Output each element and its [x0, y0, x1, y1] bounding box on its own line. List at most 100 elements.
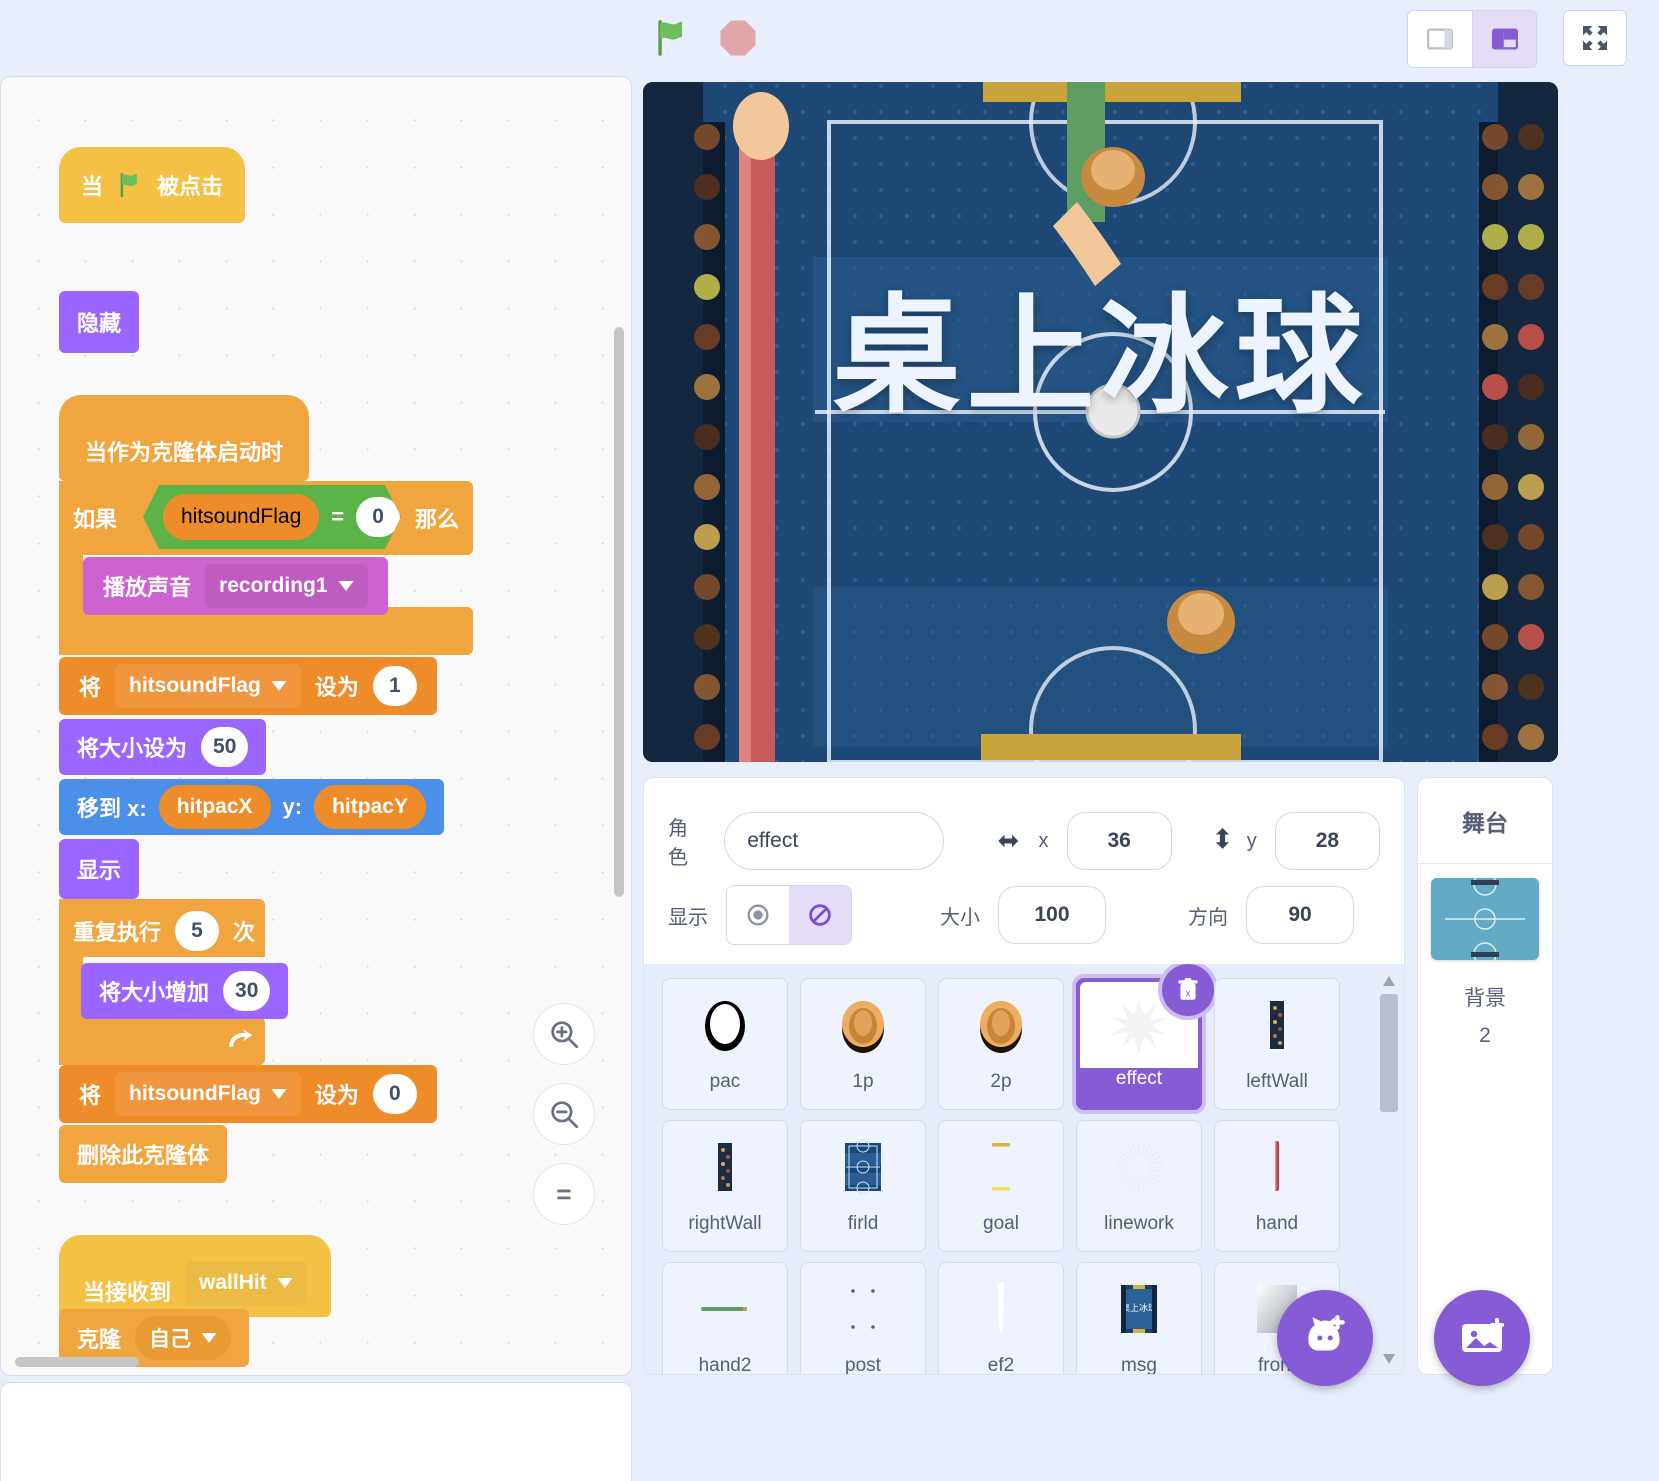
value-input[interactable]: 1	[373, 666, 417, 706]
sound-dropdown[interactable]: recording1	[205, 564, 368, 608]
direction-input[interactable]: 90	[1246, 886, 1354, 944]
value-input[interactable]: 30	[223, 971, 270, 1011]
clone-target-dropdown[interactable]: 自己	[135, 1316, 231, 1360]
block-play-sound[interactable]: 播放声音 recording1	[83, 557, 388, 615]
variable-hitpacy[interactable]: hitpacY	[314, 785, 426, 829]
value-input[interactable]: 50	[201, 727, 248, 767]
backdrop-label: 背景	[1418, 982, 1552, 1012]
stage-display[interactable]: 桌上冰球	[643, 82, 1558, 762]
block-label-if: 如果	[73, 502, 117, 534]
sprite-list-scrollbar[interactable]	[1380, 970, 1398, 1370]
block-label-then: 那么	[415, 495, 459, 541]
workspace-horizontal-scrollbar[interactable]	[15, 1357, 139, 1367]
sprite-tile-goal[interactable]: goal	[938, 1120, 1064, 1252]
dropdown-value: hitsoundFlag	[129, 1082, 261, 1106]
sprite-tile-rightWall[interactable]: rightWall	[662, 1120, 788, 1252]
hide-sprite-button[interactable]	[789, 886, 851, 944]
scrollbar-thumb[interactable]	[1380, 994, 1398, 1112]
fullscreen-button[interactable]	[1563, 10, 1627, 66]
sprite-name: pac	[710, 1071, 741, 1093]
sprite-name-input[interactable]: effect	[724, 812, 944, 870]
sprite-tile-effect[interactable]: effect x	[1076, 978, 1202, 1110]
block-show[interactable]: 显示	[59, 839, 139, 899]
variable-hitpacx[interactable]: hitpacX	[159, 785, 271, 829]
top-toolbar	[0, 0, 1659, 76]
variable-hitsoundflag[interactable]: hitsoundFlag	[163, 494, 319, 540]
stage-panel-title: 舞台	[1418, 778, 1552, 864]
value-input[interactable]: 0	[373, 1074, 417, 1114]
add-backdrop-button[interactable]	[1434, 1290, 1530, 1386]
zoom-reset-button[interactable]: =	[533, 1163, 595, 1225]
block-label: 当接收到	[83, 1275, 171, 1307]
block-equals-operator[interactable]: hitsoundFlag = 0	[143, 485, 401, 549]
size-input[interactable]: 100	[998, 886, 1106, 944]
add-sprite-button[interactable]	[1277, 1290, 1373, 1386]
repeat-count-input[interactable]: 5	[175, 911, 219, 951]
sprite-tile-post[interactable]: post	[800, 1262, 926, 1375]
x-position-icon	[992, 830, 1024, 852]
sprite-name: firld	[848, 1213, 879, 1235]
block-set-variable-1[interactable]: 将 hitsoundFlag 设为 1	[59, 657, 437, 715]
sprite-tile-2p[interactable]: 2p	[938, 978, 1064, 1110]
x-label: x	[1039, 830, 1049, 853]
lower-panel	[0, 1382, 632, 1481]
sprite-name: hand2	[699, 1355, 752, 1375]
scroll-down-arrow-icon[interactable]	[1380, 1348, 1398, 1370]
block-set-size[interactable]: 将大小设为 50	[59, 719, 266, 775]
sprite-name: 2p	[990, 1071, 1011, 1093]
block-delete-this-clone[interactable]: 删除此克隆体	[59, 1125, 227, 1183]
large-stage-layout-button[interactable]	[1472, 11, 1536, 67]
y-input[interactable]: 28	[1275, 812, 1380, 870]
sprite-name: post	[845, 1355, 881, 1375]
green-flag-icon[interactable]	[648, 14, 696, 62]
sprite-tile-msg[interactable]: 桌上冰球msg	[1076, 1262, 1202, 1375]
sprite-tile-ef2[interactable]: ef2	[938, 1262, 1064, 1375]
block-when-i-receive[interactable]: 当接收到 wallHit	[59, 1235, 331, 1317]
backdrop-thumbnail[interactable]	[1431, 878, 1539, 960]
sprite-thumbnail-paddle-orange	[801, 979, 925, 1071]
sprite-tile-1p[interactable]: 1p	[800, 978, 926, 1110]
x-input[interactable]: 36	[1067, 812, 1172, 870]
block-change-size[interactable]: 将大小增加 30	[81, 963, 288, 1019]
block-label: 当作为克隆体启动时	[85, 435, 283, 467]
variable-dropdown[interactable]: hitsoundFlag	[115, 664, 301, 708]
zoom-in-button[interactable]	[533, 1003, 595, 1065]
sprite-tile-hand[interactable]: hand	[1214, 1120, 1340, 1252]
sprite-name: 1p	[852, 1071, 873, 1093]
stop-sign-icon[interactable]	[714, 14, 762, 62]
message-dropdown[interactable]: wallHit	[185, 1261, 307, 1305]
stage-size-toggle	[1407, 10, 1537, 68]
show-sprite-button[interactable]	[727, 886, 789, 944]
dropdown-value: 自己	[149, 1323, 191, 1353]
sprite-tile-leftWall[interactable]: leftWall	[1214, 978, 1340, 1110]
sprite-thumbnail-starburst	[1077, 1121, 1201, 1213]
delete-sprite-button[interactable]: x	[1162, 964, 1214, 1016]
sprite-tile-linework[interactable]: linework	[1076, 1120, 1202, 1252]
small-stage-layout-button[interactable]	[1408, 11, 1472, 67]
variable-dropdown[interactable]: hitsoundFlag	[115, 1072, 301, 1116]
block-when-start-as-clone[interactable]: 当作为克隆体启动时	[59, 395, 309, 481]
sprite-thumbnail-wall-dark	[1215, 979, 1339, 1071]
block-label: 次	[233, 915, 255, 947]
block-label: 播放声音	[103, 570, 191, 602]
operand-value[interactable]: 0	[356, 497, 400, 537]
workspace-vertical-scrollbar[interactable]	[614, 327, 624, 897]
sprite-tile-hand2[interactable]: hand2	[662, 1262, 788, 1375]
scroll-up-arrow-icon[interactable]	[1380, 970, 1398, 992]
svg-text:x: x	[1186, 989, 1191, 1000]
code-workspace[interactable]: 当 被点击 隐藏 当作为克隆体启动时 如果	[0, 76, 632, 1376]
zoom-out-button[interactable]	[533, 1083, 595, 1145]
sprite-thumbnail-dots	[801, 1263, 925, 1355]
block-set-variable-0[interactable]: 将 hitsoundFlag 设为 0	[59, 1065, 437, 1123]
add-sprite-icon	[1300, 1313, 1350, 1363]
sprite-thumbnail-goal-lines	[939, 1121, 1063, 1213]
sprite-tile-firld[interactable]: firld	[800, 1120, 926, 1252]
sprite-tile-pac[interactable]: pac	[662, 978, 788, 1110]
block-go-to-xy[interactable]: 移到 x: hitpacX y: hitpacY	[59, 779, 444, 835]
block-label: y:	[283, 794, 303, 820]
sprite-name: effect	[1116, 1068, 1162, 1090]
block-when-flag-clicked[interactable]: 当 被点击	[59, 147, 245, 223]
block-hide[interactable]: 隐藏	[59, 291, 139, 353]
chevron-down-icon	[201, 1333, 217, 1343]
sprite-thumbnail-stick-red	[1215, 1121, 1339, 1213]
